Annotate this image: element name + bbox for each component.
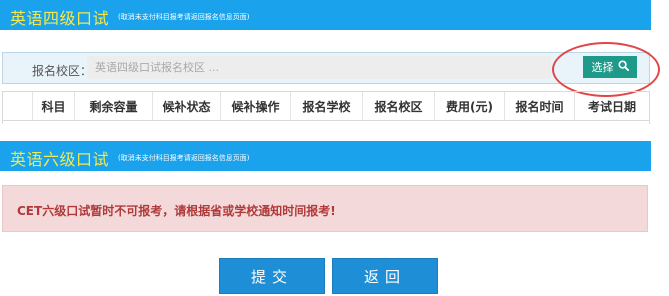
exam-table: 科目 剩余容量 候补状态 候补操作 报名学校 报名校区 费用(元) 报名时间 考… — [2, 91, 650, 124]
cet6-unavailable-alert: CET六级口试暂时不可报考，请根据省或学校通知时间报考! — [2, 185, 648, 232]
cet6-section-header: 英语六级口试 (取消未支付科目报考请返回报名信息页面) — [0, 141, 651, 171]
campus-search-bar: 报名校区： — [2, 52, 650, 84]
table-header-remaining: 剩余容量 — [75, 92, 153, 120]
cet4-section-title: 英语四级口试 — [10, 9, 110, 28]
alert-message: CET六级口试暂时不可报考，请根据省或学校通知时间报考! — [17, 204, 336, 218]
table-header-row: 科目 剩余容量 候补状态 候补操作 报名学校 报名校区 费用(元) 报名时间 考… — [3, 92, 649, 121]
table-header-select — [3, 92, 33, 120]
search-icon — [617, 60, 629, 74]
campus-label: 报名校区： — [32, 64, 93, 78]
select-button-label: 选择 — [591, 61, 614, 74]
submit-button[interactable]: 提交 — [219, 258, 325, 294]
table-header-exam-date: 考试日期 — [587, 99, 636, 114]
cet4-section-header: 英语四级口试 (取消未支付科目报考请返回报名信息页面) — [0, 0, 651, 30]
campus-search-input[interactable] — [87, 56, 551, 79]
back-button[interactable]: 返回 — [332, 258, 438, 294]
cet6-section-title: 英语六级口试 — [10, 150, 110, 169]
table-header-subject: 科目 — [33, 92, 75, 120]
table-header-fee: 费用(元) — [435, 92, 505, 120]
submit-button-label: 提交 — [250, 267, 293, 286]
table-header-campus: 报名校区 — [363, 92, 435, 120]
table-header-waitlist-action: 候补操作 — [221, 92, 291, 120]
table-header-registration-time: 报名时间 — [505, 92, 575, 120]
cet6-section-note: (取消未支付科目报考请返回报名信息页面) — [118, 154, 250, 162]
table-header-waitlist-status: 候补状态 — [153, 92, 221, 120]
select-campus-button[interactable]: 选择 — [583, 56, 637, 78]
table-header-school: 报名学校 — [291, 92, 363, 120]
cet4-section-note: (取消未支付科目报考请返回报名信息页面) — [118, 13, 250, 21]
back-button-label: 返回 — [363, 267, 406, 286]
